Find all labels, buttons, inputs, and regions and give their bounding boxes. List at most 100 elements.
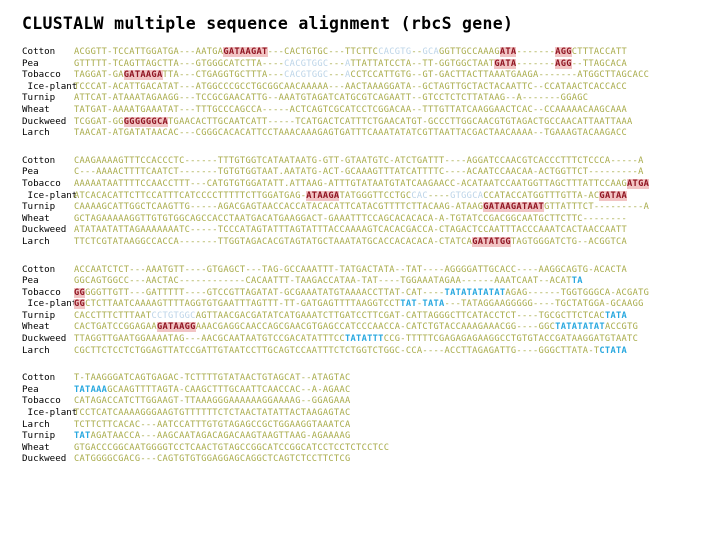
sequence-segment: TTATTATCCTA--TT-GGTGGCTAAT <box>350 58 495 69</box>
sequence-label: Tobacco <box>22 395 61 407</box>
sequence-text: TTCTCGTATAAGGCCACCA-------TTGGTAGACACGTA… <box>74 236 627 249</box>
sequence-text: CACCTTTCTTTAATCCTGTGGCAGTTAACGACGATATCAT… <box>74 311 627 323</box>
sequence-text: ATTCAT-ATAAATAGAAGG---TCCGCGAACATTG--AAA… <box>74 93 588 105</box>
alignment-row: Pea GTTTTT-TCAGTTAGCTTA---GTGGGCATCTTA---… <box>0 58 720 70</box>
motif-highlight-cyan: TATATATATAT <box>444 287 506 298</box>
sequence-segment: TAACAT-ATGATATAACAC---CGGGCACACATTCCTAAA… <box>74 128 628 139</box>
sequence-segment: --TTAGCACA <box>571 58 628 69</box>
alignment-blocks: Cotton ACGGTT-TCCATTGGATGA---AATGAGATAAGA… <box>0 46 720 481</box>
sequence-text: CATAGACCATCTTGGAAGT-TTAAAGGGAAAAAAGGAAAA… <box>74 396 351 408</box>
sequence-segment: --- <box>328 58 345 69</box>
motif-highlight-red: GATA <box>494 58 517 69</box>
sequence-segment: ---CACTGTGC---TTCTTC <box>267 47 379 57</box>
sequence-text: TATGAT-AAAATGAAATAT---TTTGCCCAGCCA-----A… <box>74 105 627 117</box>
alignment-row: Turnip ATTCAT-ATAAATAGAAGG---TCCGCGAACATT… <box>0 92 720 104</box>
alignment-row: Turnip CAAAAGCATTGGCTCAAGTTG-----AGACGAGT… <box>0 201 720 213</box>
sequence-segment: TCTTCTTCACAC---AATCCATTTGTGTAGAGCCGCTGGA… <box>74 419 351 430</box>
sequence-segment: TTCTCGTATAAGGCCACCA-------TTGGTAGACACGTA… <box>74 236 473 247</box>
sequence-text: GGCAGTGGCC---AACTAC------------CACAATTT-… <box>74 276 583 288</box>
alignment-row: Duckweed TCGGAT-GGGGGGGGCATGAACACTTGCAATC… <box>0 116 720 128</box>
motif-highlight-cyan: TATA <box>422 299 445 310</box>
sequence-text: CAAGAAAAGTTTCCACCCTC------TTTGTGGTCATAAT… <box>74 156 644 168</box>
sequence-label: Larch <box>22 235 50 247</box>
sequence-segment: CCTCCATTGTG--GT-GACTTACTTAAATGAAGA------… <box>350 70 650 81</box>
sequence-label: Cotton <box>22 263 56 275</box>
motif-highlight-red: GATAAGATAAT <box>483 202 545 213</box>
alignment-row: Turnip CACCTTTCTTTAATCCTGTGGCAGTTAACGACGA… <box>0 310 720 322</box>
sequence-text: TATAGATAACCA---AAGCAATAGACAGACAAGTAAGTTA… <box>74 431 351 443</box>
motif-highlight-cyan: CTATA <box>599 345 628 356</box>
sequence-text: ATCACACATTCTTCCATTTCATCCCCTTTTTCTTGGATGA… <box>74 190 628 203</box>
sequence-segment: ATCACACATTCTTCCATTTCATCCCCTTTTTCTTGGATGA… <box>74 190 307 201</box>
motif-highlight-red: GGGGGGCA <box>123 116 169 127</box>
sequence-label: Ice-plant <box>22 80 78 92</box>
motif-highlight-red: ATA <box>499 47 517 57</box>
sequence-text: CAAAAGCATTGGCTCAAGTTG-----AGACGAGTAACCAC… <box>74 202 649 214</box>
alignment-row: Pea TATAAAGCAAGTTTTAGTA-CAAGCTTTGCAATTCAA… <box>0 384 720 396</box>
alignment-row: Ice-plant TCCTCATCAAAAGGGAAGTGTTTTTTCTCTA… <box>0 407 720 419</box>
sequence-segment: CTTTACCATT <box>571 47 628 57</box>
sequence-text: TAACAT-ATGATATAACAC---CGGGCACACATTCCTAAA… <box>74 128 627 140</box>
alignment-row: Cotton T-TAAGGGATCAGTGAGAC-TCTTTTGTATAACT… <box>0 372 720 384</box>
sequence-label: Duckweed <box>22 333 67 345</box>
alignment-row: Ice-plant ATCACACATTCTTCCATTTCATCCCCTTTTT… <box>0 190 720 202</box>
sequence-label: Wheat <box>22 103 50 115</box>
sequence-label: Duckweed <box>22 224 67 236</box>
sequence-segment: C---AAAACTTTTCAATCT-------TGTGTGGTAAT.AA… <box>74 167 644 178</box>
alignment-row: Duckweed ATATAATATTAGAAAAAAATC-----TCCCAT… <box>0 224 720 236</box>
sequence-text: AAAAATAATTTTCCAACCTTT---CATGTGTGGATATT.A… <box>74 178 650 191</box>
motif-highlight-red: ATAAGA <box>306 190 340 201</box>
sequence-text: C---AAAACTTTTCAATCT-------TGTGTGGTAAT.AA… <box>74 167 644 179</box>
sequence-label: Turnip <box>22 92 56 104</box>
alignment-row: Larch TCTTCTTCACAC---AATCCATTTGTGTAGAGCCG… <box>0 419 720 431</box>
motif-highlight-red: GATAAGA <box>123 70 163 81</box>
sequence-segment: CCATACCATGGTTTGTTA-AC <box>483 190 600 201</box>
sequence-segment: AGATAACCA---AAGCAATAGACAGACAAGTAAGTTAAG-… <box>90 431 351 442</box>
sequence-segment: CAAGAAAAGTTTCCACCCTC------TTTGTGGTCATAAT… <box>74 155 644 166</box>
sequence-segment: TCGGAT-GG <box>74 116 124 127</box>
sequence-text: TTAGGTTGAATGGAAAATAG---AACGCAATAATGTCCGA… <box>74 334 638 346</box>
sequence-label: Pea <box>22 275 39 287</box>
sequence-label: Ice-plant <box>22 189 78 201</box>
sequence-segment: GGTTGCCAAAG <box>439 47 500 57</box>
motif-highlight-red: GATAAGAT <box>223 47 268 57</box>
sequence-text: TCGGAT-GGGGGGGGCATGAACACTTGCAATCATT-----… <box>74 116 633 129</box>
sequence-segment: TTA---CTGAGGTGCTTTA--- <box>162 70 285 81</box>
sequence-label: Wheat <box>22 441 50 453</box>
sequence-segment: T-TAAGGGATCAGTGAGAC-TCTTTTGTATAACTGTAGCA… <box>74 373 351 384</box>
sequence-text: GTTTTT-TCAGTTAGCTTA---GTGGGCATCTTA----CA… <box>74 58 628 71</box>
sequence-segment: CTCTTAATCAAAAGTTTTAGGTGTGAATTTAGTTT-TT-G… <box>85 299 401 310</box>
motif-highlight-ltblue: CCTGTGGC <box>151 310 196 321</box>
alignment-row: Pea GGCAGTGGCC---AACTAC------------CACAAT… <box>0 275 720 287</box>
sequence-segment: ------- <box>516 47 556 57</box>
sequence-label: Cotton <box>22 154 56 166</box>
alignment-row: Cotton ACCAATCTCT---AAATGTT----GTGAGCT---… <box>0 264 720 276</box>
sequence-label: Ice-plant <box>22 407 78 419</box>
motif-highlight-cyan: TAT <box>74 431 91 442</box>
sequence-segment: GTGACCCGGCAATGGGGTCCTCAACTGTAGCCGGCATCCG… <box>74 442 390 453</box>
motif-highlight-ltblue: CAC <box>411 190 428 201</box>
sequence-text: TCTTCTTCACAC---AATCCATTTGTGTAGAGCCGCTGGA… <box>74 420 351 432</box>
alignment-page: CLUSTALW multiple sequence alignment (rb… <box>0 0 720 540</box>
sequence-segment: ATTCAT-ATAAATAGAAGG---TCCGCGAACATTG--AAA… <box>74 93 334 104</box>
page-title: CLUSTALW multiple sequence alignment (rb… <box>22 14 514 33</box>
alignment-row: Tobacco GGGGGTTGTT---GATTTTT----GTCCGTTAG… <box>0 287 720 299</box>
sequence-text: TATAAAGCAAGTTTTAGTA-CAAGCTTTGCAATTCAACCA… <box>74 385 351 397</box>
motif-highlight-ltblue: CACGTGGC <box>284 58 329 69</box>
alignment-row: Wheat GTGACCCGGCAATGGGGTCCTCAACTGTAGCCGGC… <box>0 442 720 454</box>
alignment-row: Cotton CAAGAAAAGTTTCCACCCTC------TTTGTGGT… <box>0 155 720 167</box>
sequence-text: TCCTCATCAAAAGGGAAGTGTTTTTTCTCTAACTATATTA… <box>74 408 351 420</box>
alignment-row: Pea C---AAAACTTTTCAATCT-------TGTGTGGTAAT… <box>0 166 720 178</box>
sequence-label: Larch <box>22 127 50 139</box>
sequence-segment: CATGCGTCAGAATT--GTCCTCTCTTATAAG--A------… <box>333 93 589 104</box>
sequence-segment: CACTGATCCGGAGAA <box>74 322 157 333</box>
sequence-label: Duckweed <box>22 115 67 127</box>
sequence-text: CACTGATCCGGAGAAGATAAGGAAACGAGGCAACCAGCGA… <box>74 322 638 334</box>
sequence-segment: GCAAGTTTTAGTA-CAAGCTTTGCAATTCAACCAC--A-A… <box>107 384 351 395</box>
sequence-segment: CATAGACCATCTTGGAAGT-TTAAAGGGAAAAAAGGAAAA… <box>74 396 351 407</box>
alignment-block: Cotton CAAGAAAAGTTTCCACCCTC------TTTGTGGT… <box>0 155 720 248</box>
motif-highlight-red: GATAA <box>599 190 628 201</box>
sequence-segment: TTAGGTTGAATGGAAAATAG---AACGCAATAATGTCCGA… <box>74 334 345 345</box>
motif-highlight-ltblue: CACGTG <box>378 47 412 57</box>
sequence-label: Cotton <box>22 372 56 384</box>
